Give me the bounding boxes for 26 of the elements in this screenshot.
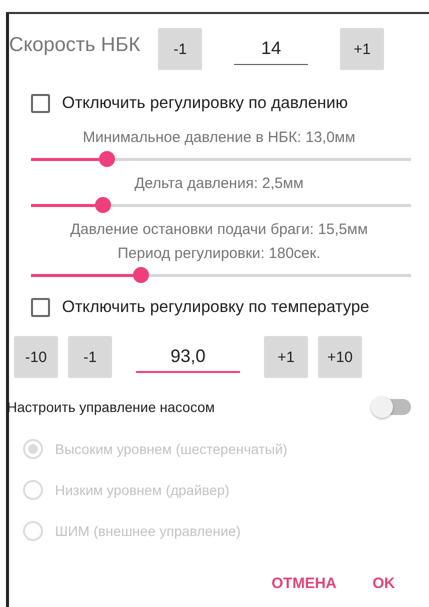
slider-thumb[interactable] xyxy=(99,151,115,167)
decrement-button[interactable]: -1 xyxy=(158,28,202,70)
radio-label: Высоким уровнем (шестеренчатый) xyxy=(55,440,288,456)
slider-label: Дельта давления: 2,5мм xyxy=(133,174,305,194)
slider-label: Минимальное давление в НБК: 13,0мм xyxy=(82,128,356,148)
decrement-button[interactable]: -10 xyxy=(14,336,58,378)
cancel-button[interactable]: ОТМЕНА xyxy=(258,565,350,602)
slider-label: Период регулировки: 180сек. xyxy=(116,244,322,264)
ok-button[interactable]: OK xyxy=(358,565,409,602)
slider-thumb[interactable] xyxy=(133,267,150,283)
increment-button[interactable]: +1 xyxy=(264,336,308,378)
checkbox-label: Отключить регулировку по температуре xyxy=(62,298,370,316)
radio-label: Низким уровнем (драйвер) xyxy=(55,482,230,498)
speed-label: Скорость НБК xyxy=(9,34,140,56)
slider-thumb[interactable] xyxy=(95,197,112,213)
checkbox[interactable] xyxy=(31,298,50,316)
increment-button[interactable]: +1 xyxy=(340,28,384,70)
increment-button[interactable]: +10 xyxy=(318,336,362,378)
radio-label: ШИМ (внешнее управление) xyxy=(55,522,241,538)
speed-field[interactable]: 14 xyxy=(234,34,308,64)
temperature-field[interactable]: 93,0 xyxy=(136,341,240,373)
checkbox-label: Отключить регулировку по давлению xyxy=(62,94,348,112)
pump-label: Настроить управление насосом xyxy=(7,399,215,415)
decrement-button[interactable]: -1 xyxy=(68,336,112,378)
checkbox[interactable] xyxy=(31,94,50,112)
slider-label: Давление остановки подачи браги: 15,5мм xyxy=(69,220,369,240)
